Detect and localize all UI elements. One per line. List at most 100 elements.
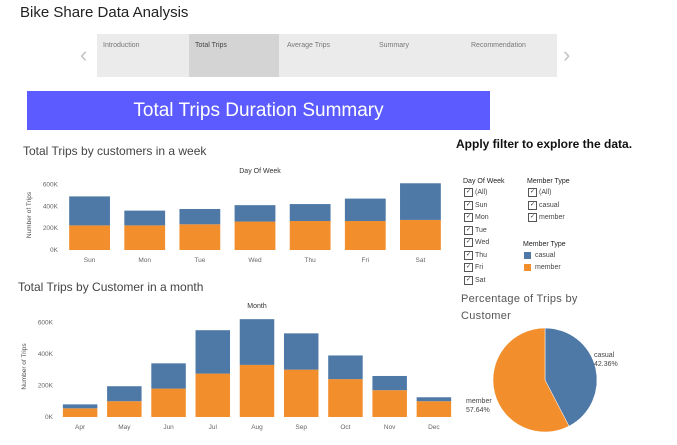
day-of-week-option[interactable]: ✓ Sat <box>464 275 486 285</box>
day-of-week-filter-label: Day Of Week <box>463 178 505 185</box>
bar-casual-jul <box>195 330 231 374</box>
checkbox-icon[interactable]: ✓ <box>464 238 473 247</box>
checkbox-icon[interactable]: ✓ <box>528 213 537 222</box>
member-type-option-label: casual <box>539 201 560 209</box>
x-tick-label: Dec <box>428 424 440 431</box>
checkbox-icon[interactable]: ✓ <box>464 275 473 285</box>
day-of-week-option[interactable]: ✓ Fri <box>464 263 483 272</box>
y-tick-label: 400K <box>38 351 54 358</box>
legend-swatch <box>524 264 531 271</box>
legend-item-label: member <box>535 264 561 271</box>
day-of-week-option[interactable]: ✓ Thu <box>464 250 488 260</box>
pie-label-member: member 57.64% <box>466 397 492 415</box>
x-tick-label: Nov <box>384 424 396 431</box>
bar-member-wed <box>234 221 276 250</box>
bar-member-tue <box>179 224 221 250</box>
pie-label-casual: casual 42.36% <box>594 351 618 369</box>
bar-member-sat <box>400 219 441 250</box>
day-of-week-option-label: Fri <box>475 264 484 271</box>
day-of-week-option-label: Wed <box>475 239 490 246</box>
bar-member-sep <box>283 369 319 417</box>
x-tick-label: Thu <box>305 257 317 264</box>
member-type-option-label: (All) <box>539 189 552 196</box>
weekly-trips-chart: Day Of Week Number of Trips 0K 200K 400K 600K… <box>26 168 441 264</box>
day-of-week-option[interactable]: ✓ Tue <box>464 225 487 235</box>
x-tick-label: Jun <box>163 424 174 431</box>
bar-casual-sun <box>69 196 110 226</box>
member-type-option-label: member <box>539 214 565 221</box>
y-tick-label: 200K <box>43 225 59 232</box>
bar-casual-sat <box>400 183 441 220</box>
x-tick-label: Apr <box>75 424 86 431</box>
bar-member-apr <box>62 408 98 417</box>
bar-member-dec <box>416 401 452 417</box>
checkbox-icon[interactable]: ✓ <box>464 200 473 210</box>
bar-casual-wed <box>234 205 276 222</box>
day-of-week-option-label: Mon <box>475 214 489 221</box>
bar-casual-sep <box>283 333 319 370</box>
checkbox-icon[interactable]: ✓ <box>464 263 473 272</box>
legend-item[interactable]: casual <box>524 252 555 259</box>
bar-member-aug <box>239 364 275 417</box>
checkbox-icon[interactable]: ✓ <box>528 200 537 210</box>
y-tick-label: 0K <box>50 247 59 254</box>
member-type-option[interactable]: ✓ member <box>528 213 565 222</box>
member-type-legend-label: Member Type <box>523 241 566 248</box>
checkbox-icon[interactable]: ✓ <box>464 213 473 222</box>
x-tick-label: Aug <box>251 424 263 431</box>
y-axis-label: Number of Trips <box>26 191 33 238</box>
day-of-week-option-label: Tue <box>475 226 487 234</box>
bar-casual-dec <box>416 397 452 402</box>
app-title: Bike Share Data Analysis <box>20 4 189 21</box>
x-tick-label: Wed <box>248 257 262 264</box>
bar-casual-aug <box>239 319 275 365</box>
day-of-week-option[interactable]: ✓ Wed <box>464 238 489 247</box>
checkbox-icon[interactable]: ✓ <box>528 188 537 197</box>
bar-casual-jun <box>151 363 186 389</box>
member-type-option[interactable]: ✓ casual <box>528 200 560 210</box>
member-type-filter-label: Member Type <box>527 178 570 185</box>
pie-label-casual-pct: 42.36% <box>594 361 618 368</box>
bar-member-oct <box>328 379 363 417</box>
bar-casual-mon <box>124 210 166 226</box>
pie-label-casual-name: casual <box>594 352 615 359</box>
y-tick-label: 600K <box>43 181 59 188</box>
pie-label-member-name: member <box>466 398 492 405</box>
day-of-week-option[interactable]: ✓ (All) <box>464 188 487 197</box>
tab-recommendation[interactable]: Recommendation <box>465 34 555 77</box>
bar-casual-apr <box>62 404 98 409</box>
monthly-trips-chart: Month Number of Trips 0K 200K 400K 600K Apr May… <box>21 303 452 431</box>
bar-member-sun <box>69 225 110 250</box>
chevron-left-icon[interactable]: ‹ <box>80 44 87 66</box>
bar-member-jun <box>151 388 186 417</box>
day-of-week-option-label: Sat <box>475 276 486 284</box>
y-tick-label: 400K <box>43 203 59 210</box>
day-of-week-option-label: Thu <box>475 251 488 259</box>
checkbox-icon[interactable]: ✓ <box>464 250 473 260</box>
legend-swatch <box>524 252 531 259</box>
tab-introduction[interactable]: Introduction <box>97 34 187 77</box>
tab-summary[interactable]: Summary <box>373 34 463 77</box>
tab-total-trips[interactable]: Total Trips <box>189 34 279 77</box>
day-of-week-option[interactable]: ✓ Mon <box>464 213 489 222</box>
member-type-option[interactable]: ✓ (All) <box>528 188 551 197</box>
chevron-right-icon[interactable]: › <box>563 44 570 66</box>
bar-casual-may <box>107 386 142 402</box>
legend-item[interactable]: member <box>524 264 561 271</box>
weekly-chart-title: Total Trips by customers in a week <box>23 144 207 158</box>
bar-member-mon <box>124 225 166 250</box>
x-tick-label: Sun <box>84 257 96 264</box>
day-of-week-option[interactable]: ✓ Sun <box>464 200 487 210</box>
bar-casual-nov <box>372 375 407 391</box>
customer-share-pie-chart <box>492 327 598 433</box>
checkbox-icon[interactable]: ✓ <box>464 225 473 235</box>
monthly-chart-title: Total Trips by Customer in a month <box>18 280 204 294</box>
tab-average-trips[interactable]: Average Trips <box>281 34 371 77</box>
bar-member-thu <box>289 221 331 250</box>
x-tick-label: Oct <box>340 424 350 431</box>
checkbox-icon[interactable]: ✓ <box>464 188 473 197</box>
bar-member-jul <box>195 373 231 417</box>
chart-header: Day Of Week <box>239 168 281 175</box>
legend-item-label: casual <box>535 252 556 259</box>
x-tick-label: Tue <box>194 257 205 264</box>
